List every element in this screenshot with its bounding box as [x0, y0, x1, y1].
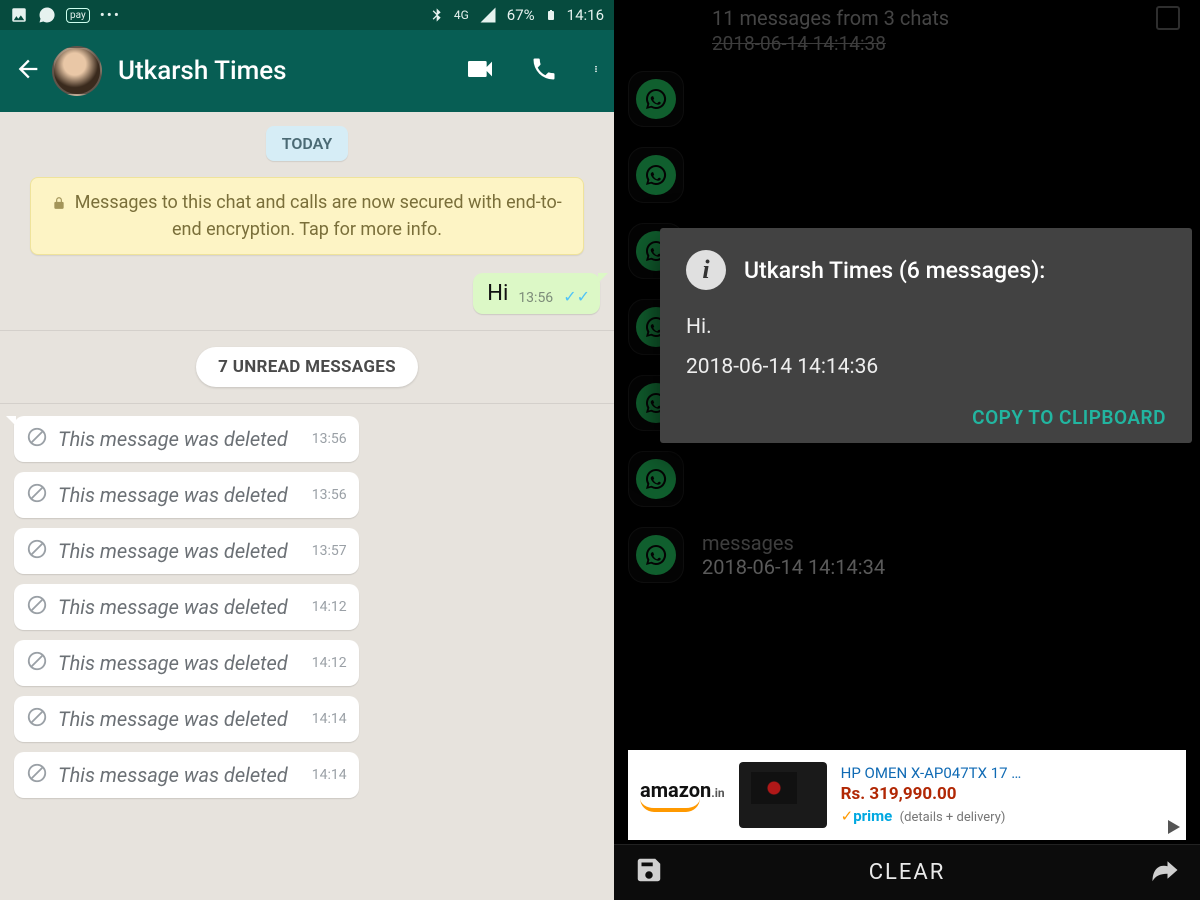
- incoming-deleted-message[interactable]: This message was deleted 13:56: [14, 472, 359, 518]
- message-text: Hi: [487, 281, 508, 306]
- blocked-icon: [26, 594, 48, 620]
- read-ticks-icon: ✓✓: [563, 287, 590, 306]
- save-icon[interactable]: [634, 855, 664, 891]
- blocked-icon: [26, 762, 48, 788]
- deleted-text: This message was deleted: [58, 483, 288, 507]
- contact-avatar[interactable]: [52, 46, 102, 96]
- message-time: 14:14: [312, 767, 347, 783]
- gallery-icon: [10, 6, 28, 24]
- battery-icon: [545, 6, 557, 24]
- contact-name[interactable]: Utkarsh Times: [118, 56, 448, 86]
- signal-icon: [479, 6, 497, 24]
- unread-divider: 7 UNREAD MESSAGES: [0, 330, 614, 403]
- log-row-extra: messages: [702, 531, 885, 555]
- ad-play-icon: [1168, 820, 1180, 834]
- encryption-text: Messages to this chat and calls are now …: [75, 192, 562, 240]
- whatsapp-app-icon: [628, 451, 684, 507]
- incoming-deleted-message[interactable]: This message was deleted 13:56: [14, 416, 359, 462]
- ad-product-image: [739, 762, 827, 828]
- message-time: 14:14: [312, 711, 347, 727]
- back-button[interactable]: [14, 55, 42, 87]
- incoming-deleted-message[interactable]: This message was deleted 14:12: [14, 584, 359, 630]
- message-time: 13:56: [312, 487, 347, 503]
- deleted-text: This message was deleted: [58, 651, 288, 675]
- blocked-icon: [26, 538, 48, 564]
- video-call-button[interactable]: [464, 53, 496, 89]
- notification-log-screen: 11 messages from 3 chats 2018-06-14 14:1…: [614, 0, 1200, 900]
- deleted-text: This message was deleted: [58, 707, 288, 731]
- ad-brand: amazon.in: [640, 778, 725, 802]
- share-icon[interactable]: [1150, 855, 1180, 891]
- log-summary: 11 messages from 3 chats: [614, 0, 1200, 32]
- dialog-title: Utkarsh Times (6 messages):: [744, 257, 1045, 284]
- ad-prime-badge: prime: [853, 807, 892, 825]
- date-chip: TODAY: [266, 126, 348, 161]
- chat-app-bar: Utkarsh Times: [0, 30, 614, 112]
- lock-icon: [52, 192, 66, 217]
- deleted-text: This message was deleted: [58, 595, 288, 619]
- ad-details: (details + delivery): [900, 810, 1006, 825]
- outgoing-message[interactable]: Hi 13:56 ✓✓: [473, 273, 600, 314]
- log-row[interactable]: [614, 137, 1200, 213]
- info-icon: i: [686, 250, 726, 290]
- whatsapp-status-icon: [38, 6, 56, 24]
- whatsapp-app-icon: [628, 147, 684, 203]
- log-row-timestamp: 2018-06-14 14:14:34: [702, 555, 885, 579]
- log-summary-timestamp: 2018-06-14 14:14:38: [614, 32, 1200, 61]
- more-notifications-icon: •••: [100, 6, 121, 24]
- blocked-icon: [26, 706, 48, 732]
- whatsapp-app-icon: [628, 71, 684, 127]
- log-row[interactable]: [614, 441, 1200, 517]
- bottom-action-bar: CLEAR: [614, 844, 1200, 900]
- pay-icon: pay: [66, 8, 90, 23]
- encryption-banner[interactable]: Messages to this chat and calls are now …: [30, 177, 584, 255]
- message-time: 13:56: [518, 290, 553, 306]
- message-time: 13:56: [312, 431, 347, 447]
- deleted-text: This message was deleted: [58, 539, 288, 563]
- clear-button[interactable]: CLEAR: [869, 860, 946, 885]
- blocked-icon: [26, 426, 48, 452]
- log-row[interactable]: messages2018-06-14 14:14:34: [614, 517, 1200, 593]
- voice-call-button[interactable]: [530, 55, 558, 87]
- chat-body[interactable]: TODAY Messages to this chat and calls ar…: [0, 112, 614, 900]
- blocked-icon: [26, 482, 48, 508]
- message-time: 14:12: [312, 655, 347, 671]
- network-type: 4G: [454, 8, 469, 22]
- overflow-menu-button[interactable]: [592, 55, 600, 87]
- copy-to-clipboard-button[interactable]: COPY TO CLIPBOARD: [972, 406, 1166, 429]
- ad-product-title: HP OMEN X-AP047TX 17 …: [841, 763, 1022, 783]
- incoming-deleted-message[interactable]: This message was deleted 14:14: [14, 752, 359, 798]
- message-time: 13:57: [312, 543, 347, 559]
- incoming-deleted-message[interactable]: This message was deleted 14:12: [14, 640, 359, 686]
- clock: 14:16: [567, 6, 604, 24]
- bluetooth-icon: [428, 7, 444, 23]
- dialog-line-2: 2018-06-14 14:14:36: [686, 348, 1166, 388]
- battery-percent: 67%: [507, 6, 535, 24]
- whatsapp-app-icon: [628, 527, 684, 583]
- dialog-line-1: Hi.: [686, 308, 1166, 348]
- whatsapp-chat-screen: pay ••• 4G 67% 14:16 Utkarsh Times TODAY…: [0, 0, 614, 900]
- incoming-deleted-message[interactable]: This message was deleted 13:57: [14, 528, 359, 574]
- unread-count-pill: 7 UNREAD MESSAGES: [196, 347, 418, 387]
- message-time: 14:12: [312, 599, 347, 615]
- android-status-bar: pay ••• 4G 67% 14:16: [0, 0, 614, 30]
- blocked-icon: [26, 650, 48, 676]
- ad-price: Rs. 319,990.00: [841, 783, 1022, 806]
- deleted-text: This message was deleted: [58, 763, 288, 787]
- log-row[interactable]: [614, 61, 1200, 137]
- incoming-deleted-message[interactable]: This message was deleted 14:14: [14, 696, 359, 742]
- select-checkbox[interactable]: [1156, 6, 1180, 30]
- message-preview-dialog: i Utkarsh Times (6 messages): Hi. 2018-0…: [660, 228, 1192, 443]
- amazon-ad-banner[interactable]: amazon.in HP OMEN X-AP047TX 17 … Rs. 319…: [628, 750, 1186, 840]
- deleted-text: This message was deleted: [58, 427, 288, 451]
